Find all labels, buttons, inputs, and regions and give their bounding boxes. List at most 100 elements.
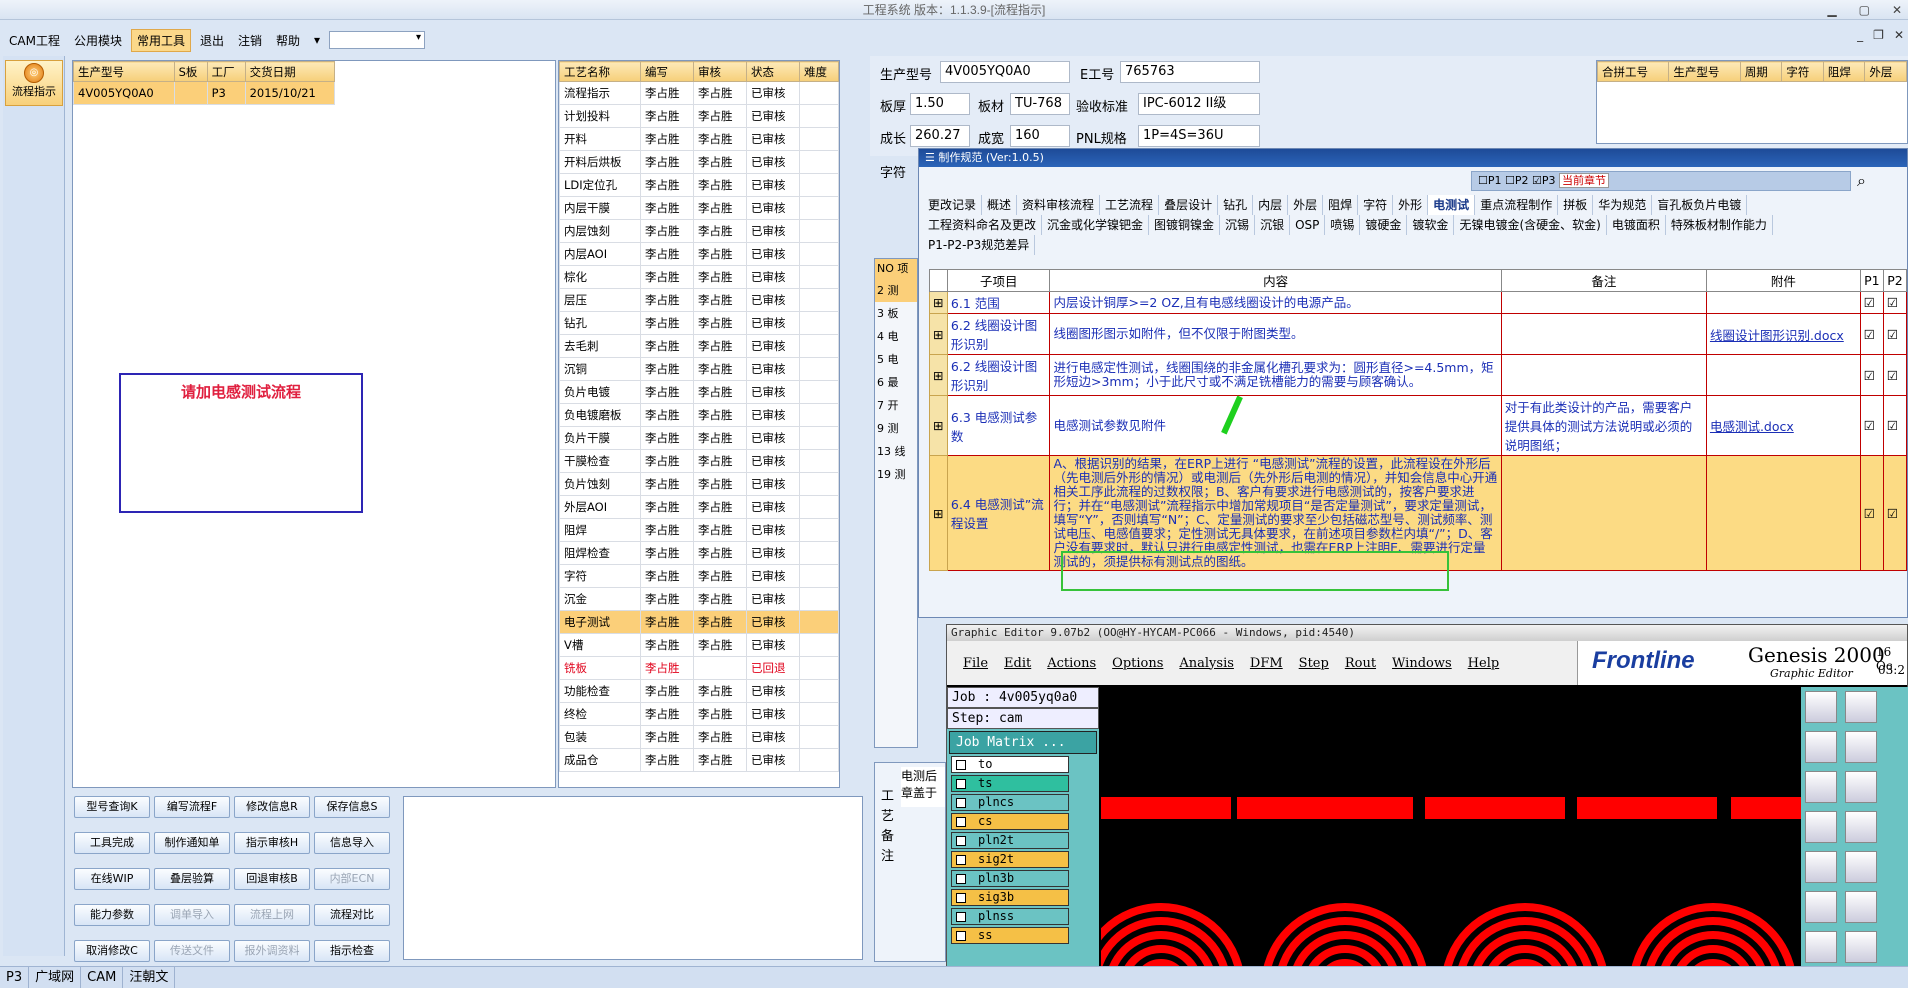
col-header[interactable]: 外层 [1864, 61, 1907, 82]
spec-col-header[interactable]: P1 [1859, 269, 1884, 292]
side-list-item[interactable]: 13 线 [875, 440, 917, 463]
spec-tab[interactable]: 华为规范 [1593, 195, 1653, 215]
col-name[interactable]: 工艺名称 [559, 61, 642, 82]
editor-menu-item[interactable]: Step [1299, 656, 1329, 671]
editor-menu-item[interactable]: Actions [1047, 656, 1096, 671]
spec-tab[interactable]: 外层 [1288, 195, 1324, 215]
layer-row[interactable]: sig2t [951, 851, 1069, 868]
side-list-item[interactable]: 2 测 [875, 279, 917, 302]
editor-menu-item[interactable]: Analysis [1179, 656, 1234, 671]
process-row[interactable]: 阻焊 李占胜 李占胜 已审核 [559, 518, 839, 542]
spec-row[interactable]: ⊞ 6.1 范围 内层设计铜厚>=2 OZ,且有电感线圈设计的电源产品。 ☑ ☑ [929, 291, 1908, 314]
layer-row[interactable]: cs [951, 813, 1069, 830]
process-row[interactable]: 棕化 李占胜 李占胜 已审核 [559, 265, 839, 289]
col-prod[interactable]: 生产型号 [73, 61, 175, 82]
layer-checkbox[interactable] [956, 817, 966, 827]
layer-row[interactable]: plncs [951, 794, 1069, 811]
editor-menu-item[interactable]: Help [1468, 656, 1500, 671]
spec-tab[interactable]: 镀软金 [1407, 215, 1455, 235]
process-row[interactable]: 开料 李占胜 李占胜 已审核 [559, 127, 839, 151]
len-field[interactable]: 260.27 [910, 125, 970, 147]
action-button[interactable]: 调单导入 [154, 904, 230, 926]
process-row[interactable]: 外层AOI 李占胜 李占胜 已审核 [559, 495, 839, 519]
process-row[interactable]: 负电镀磨板 李占胜 李占胜 已审核 [559, 403, 839, 427]
action-button[interactable]: 型号查询K [74, 796, 150, 818]
col-writer[interactable]: 编写 [640, 61, 694, 82]
spec-tab[interactable]: 工程资料命名及更改 [923, 215, 1043, 235]
process-row[interactable]: 成品仓 李占胜 李占胜 已审核 [559, 748, 839, 772]
spec-row[interactable]: ⊞ 6.3 电感测试参数 电感测试参数见附件 对于有此类设计的产品，需要客户提供具体的… [929, 395, 1908, 456]
layer-checkbox[interactable] [956, 779, 966, 789]
spec-col-header[interactable]: 附件 [1705, 269, 1861, 292]
editor-tool-icon[interactable] [1805, 731, 1837, 763]
layer-row[interactable]: sig3b [951, 889, 1069, 906]
process-row[interactable]: V槽 李占胜 李占胜 已审核 [559, 633, 839, 657]
editor-menu-item[interactable]: Windows [1392, 656, 1452, 671]
expand-icon[interactable]: ⊞ [929, 395, 948, 456]
action-button[interactable]: 叠层验算 [154, 868, 230, 890]
spec-row[interactable]: ⊞ 6.2 线圈设计图形识别 进行电感定性测试，线圈围绕的非金属化槽孔要求为：圆形直… [929, 354, 1908, 396]
nav-flow-button[interactable]: ◎ 流程指示 [5, 60, 63, 106]
editor-tool-icon[interactable] [1845, 691, 1877, 723]
process-row[interactable]: 功能检查 李占胜 李占胜 已审核 [559, 679, 839, 703]
col-header[interactable]: 周期 [1739, 61, 1783, 82]
process-row[interactable]: 沉金 李占胜 李占胜 已审核 [559, 587, 839, 611]
expand-icon[interactable]: ⊞ [929, 291, 948, 314]
layer-checkbox[interactable] [956, 798, 966, 808]
spec-tab[interactable]: 沉银 [1255, 215, 1291, 235]
e-field[interactable]: 765763 [1120, 61, 1260, 83]
minimize-icon[interactable]: ▁ [1827, 0, 1836, 20]
editor-tool-icon[interactable] [1805, 691, 1837, 723]
p1-checkbox[interactable]: ☑ [1859, 313, 1884, 355]
wid-field[interactable]: 160 [1010, 125, 1070, 147]
thick-field[interactable]: 1.50 [910, 93, 970, 115]
action-button[interactable]: 报外调资料 [234, 940, 310, 962]
layer-row[interactable]: to [951, 756, 1069, 773]
action-button[interactable]: 编写流程F [154, 796, 230, 818]
spec-tab[interactable]: 喷锡 [1325, 215, 1361, 235]
status-p[interactable]: P3 [0, 966, 30, 988]
mdi-close-icon[interactable]: ✕ [1894, 28, 1904, 42]
menu-tools[interactable]: 常用工具 [130, 28, 191, 52]
process-row[interactable]: 内层AOI 李占胜 李占胜 已审核 [559, 242, 839, 266]
side-list-item[interactable]: 4 电 [875, 325, 917, 348]
menu-dropdown-arrow[interactable]: ▾ [309, 31, 325, 49]
pnl-field[interactable]: 1P=4S=36U [1138, 125, 1260, 147]
spec-tab[interactable]: 沉金或化学镍钯金 [1042, 215, 1150, 235]
mdi-minimize-icon[interactable]: _ [1857, 28, 1863, 42]
expand-icon[interactable]: ⊞ [929, 354, 948, 396]
action-button[interactable]: 在线WIP [74, 868, 150, 890]
editor-tool-icon[interactable] [1805, 771, 1837, 803]
side-list-item[interactable]: 6 最 [875, 371, 917, 394]
editor-menu-item[interactable]: File [963, 656, 988, 671]
process-row[interactable]: 阻焊检查 李占胜 李占胜 已审核 [559, 541, 839, 565]
section-select[interactable]: 当前章节 [1559, 173, 1610, 188]
editor-tool-icon[interactable] [1805, 891, 1837, 923]
action-button[interactable]: 内部ECN [314, 868, 390, 890]
spec-attachment-link[interactable] [1705, 455, 1861, 571]
action-button[interactable]: 制作通知单 [154, 832, 230, 854]
process-row[interactable]: 铣板 李占胜 已回退 [559, 656, 839, 680]
process-row[interactable]: 负片干膜 李占胜 李占胜 已审核 [559, 426, 839, 450]
editor-tool-icon[interactable] [1845, 851, 1877, 883]
editor-tool-icon[interactable] [1845, 891, 1877, 923]
menu-combo[interactable] [329, 31, 426, 49]
layer-checkbox[interactable] [956, 893, 966, 903]
action-button[interactable]: 流程对比 [314, 904, 390, 926]
spec-tab[interactable]: 钻孔 [1218, 195, 1254, 215]
process-row[interactable]: 内层干膜 李占胜 李占胜 已审核 [559, 196, 839, 220]
col-header[interactable]: 生产型号 [1668, 61, 1741, 82]
editor-menu-item[interactable]: Rout [1345, 656, 1376, 671]
editor-tool-icon[interactable] [1805, 931, 1837, 963]
process-row[interactable]: 计划投料 李占胜 李占胜 已审核 [559, 104, 839, 128]
layer-checkbox[interactable] [956, 912, 966, 922]
process-row[interactable]: LDI定位孔 李占胜 李占胜 已审核 [559, 173, 839, 197]
process-row[interactable]: 终检 李占胜 李占胜 已审核 [559, 702, 839, 726]
process-row[interactable]: 干膜检查 李占胜 李占胜 已审核 [559, 449, 839, 473]
editor-tool-icon[interactable] [1845, 731, 1877, 763]
maximize-icon[interactable]: ▢ [1859, 0, 1870, 20]
action-button[interactable]: 信息导入 [314, 832, 390, 854]
col-date[interactable]: 交货日期 [244, 61, 336, 82]
search-icon[interactable]: ⌕ [1857, 171, 1866, 191]
col-factory[interactable]: 工厂 [206, 61, 246, 82]
